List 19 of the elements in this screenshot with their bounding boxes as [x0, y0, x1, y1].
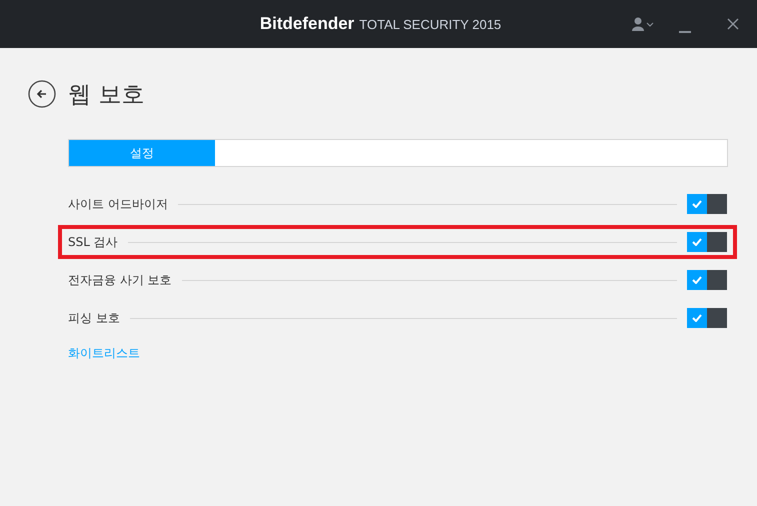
back-button[interactable]	[28, 80, 56, 108]
minimize-icon	[679, 31, 691, 33]
check-icon	[692, 200, 702, 208]
toggle-switch[interactable]	[687, 194, 727, 214]
tab[interactable]: 설정	[69, 140, 215, 166]
setting-label: 사이트 어드바이저	[68, 196, 168, 212]
toggle-switch[interactable]	[687, 270, 727, 290]
setting-label: 피싱 보호	[68, 310, 120, 326]
brand-name: Bitdefender	[260, 14, 354, 34]
setting-label: 전자금융 사기 보호	[68, 272, 172, 288]
check-icon	[692, 276, 702, 284]
check-icon	[692, 238, 702, 246]
toggle-switch[interactable]	[687, 232, 727, 252]
setting-label: SSL 검사	[68, 234, 118, 250]
page-title: 웹 보호	[68, 80, 144, 110]
toggle-switch[interactable]	[687, 308, 727, 328]
product-name: TOTAL SECURITY 2015	[359, 17, 502, 32]
check-icon	[692, 314, 702, 322]
whitelist-link[interactable]: 화이트리스트	[68, 345, 140, 362]
